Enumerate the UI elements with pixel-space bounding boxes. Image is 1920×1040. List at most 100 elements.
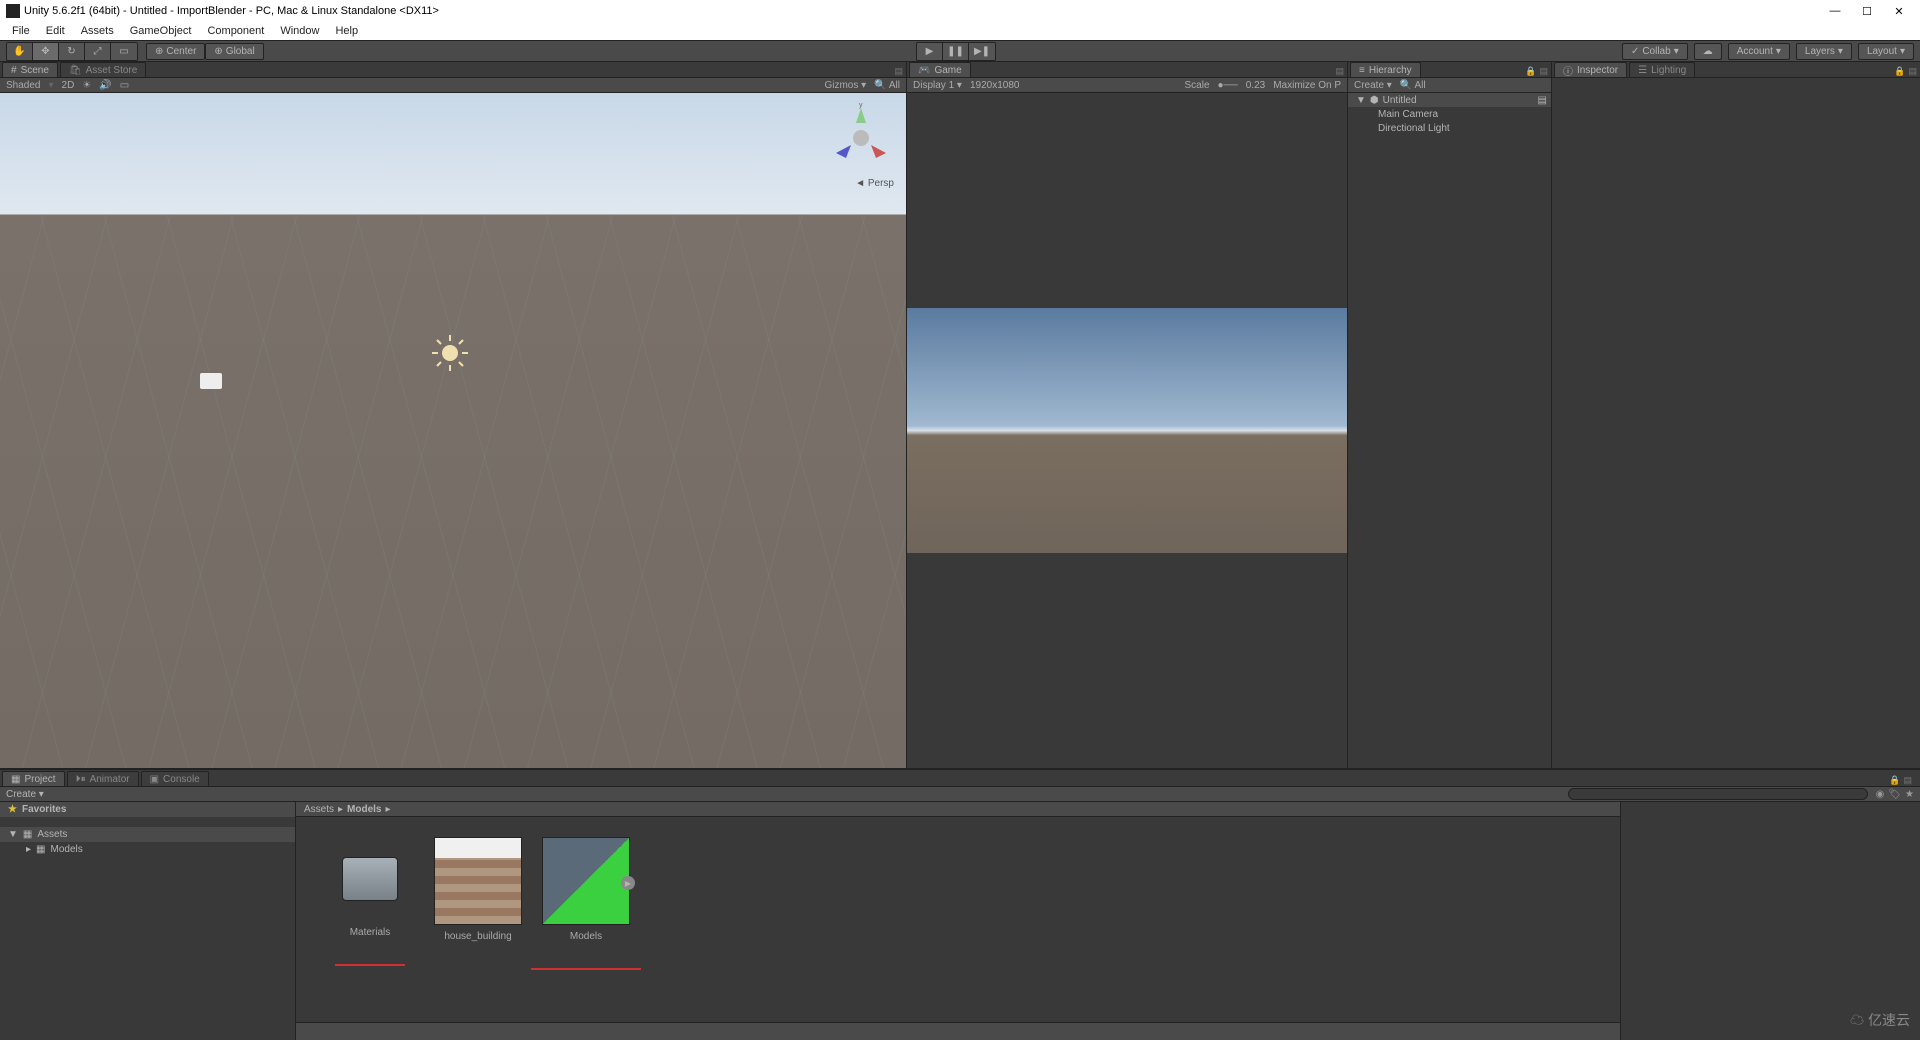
- game-toolbar: Display 1 ▾ 1920x1080 Scale ●── 0.23 Max…: [907, 78, 1347, 93]
- menu-file[interactable]: File: [6, 24, 36, 38]
- scene-viewport[interactable]: y ◄ Persp: [0, 93, 906, 768]
- game-render: [907, 308, 1347, 553]
- tab-inspector[interactable]: ⓘ Inspector: [1554, 62, 1627, 77]
- inspector-panel: ⓘ Inspector ☰ Lighting 🔒▤: [1552, 62, 1920, 768]
- hand-tool[interactable]: ✋: [7, 43, 33, 60]
- fx-icon[interactable]: ▭: [120, 80, 129, 91]
- camera-gizmo[interactable]: [200, 373, 222, 389]
- transform-tools: ✋ ✥ ↻ ⤢ ▭: [6, 42, 138, 61]
- play-button[interactable]: ▶: [917, 43, 943, 60]
- panel-menu-icon[interactable]: ▤: [1539, 66, 1548, 77]
- project-area: ▦ Project ⏵⏸ Animator ▣ Console 🔒▤ Creat…: [0, 768, 1920, 1040]
- tab-console[interactable]: ▣ Console: [141, 771, 209, 786]
- scene-toolbar: Shaded▾ 2D ☀ 🔊 ▭ Gizmos ▾ 🔍 All: [0, 78, 906, 93]
- menu-window[interactable]: Window: [274, 24, 325, 38]
- step-button[interactable]: ▶❚: [969, 43, 995, 60]
- pivot-rotation[interactable]: ⊕ Global: [205, 43, 263, 60]
- pivot-mode[interactable]: ⊕ Center: [146, 43, 205, 60]
- resolution-dropdown[interactable]: 1920x1080: [970, 80, 1020, 91]
- account-dropdown[interactable]: Account ▾: [1728, 43, 1790, 60]
- lighting-icon[interactable]: ☀: [82, 80, 91, 91]
- tree-folder-models[interactable]: ▸ ▦ Models: [0, 842, 295, 857]
- menu-gameobject[interactable]: GameObject: [124, 24, 198, 38]
- rotate-tool[interactable]: ↻: [59, 43, 85, 60]
- asset-grid[interactable]: Materials house_building ▶ Models: [296, 817, 1620, 1022]
- menu-edit[interactable]: Edit: [40, 24, 71, 38]
- layout-dropdown[interactable]: Layout ▾: [1858, 43, 1914, 60]
- svg-text:y: y: [859, 103, 863, 109]
- filter-label-icon[interactable]: 🏷: [1888, 789, 1901, 800]
- menu-help[interactable]: Help: [329, 24, 364, 38]
- favorite-icon[interactable]: ★: [1905, 789, 1914, 800]
- maximize-toggle[interactable]: Maximize On P: [1273, 80, 1341, 91]
- tab-game[interactable]: 🎮 Game: [909, 62, 971, 77]
- favorites-header[interactable]: ★ Favorites: [0, 802, 295, 817]
- scene-search[interactable]: 🔍 All: [874, 80, 900, 91]
- filter-icon[interactable]: ◉: [1876, 789, 1885, 800]
- axis-gizmo[interactable]: y: [826, 103, 896, 173]
- maximize-button[interactable]: ☐: [1860, 5, 1874, 18]
- panel-menu-icon[interactable]: ▤: [1908, 66, 1917, 77]
- rect-tool[interactable]: ▭: [111, 43, 137, 60]
- scene-row[interactable]: ▼ ⬢ Untitled ▤: [1348, 93, 1551, 107]
- close-button[interactable]: ✕: [1892, 5, 1906, 18]
- hierarchy-search[interactable]: 🔍 All: [1400, 80, 1426, 91]
- panel-menu-icon[interactable]: ▤: [1335, 66, 1344, 77]
- tab-lighting[interactable]: ☰ Lighting: [1629, 62, 1695, 77]
- move-tool[interactable]: ✥: [33, 43, 59, 60]
- asset-models-prefab[interactable]: ▶ Models: [542, 837, 630, 970]
- project-content: Assets ▸ Models ▸ Materials house_buildi…: [296, 802, 1620, 1040]
- audio-icon[interactable]: 🔊: [99, 80, 111, 91]
- breadcrumb-assets[interactable]: Assets: [304, 804, 334, 815]
- hierarchy-tree: ▼ ⬢ Untitled ▤ Main Camera Directional L…: [1348, 93, 1551, 768]
- watermark: ☁ 亿速云: [1850, 1010, 1910, 1030]
- menu-component[interactable]: Component: [201, 24, 270, 38]
- annotation-underline: [335, 964, 405, 966]
- expand-icon[interactable]: ▶: [621, 876, 635, 890]
- 2d-toggle[interactable]: 2D: [62, 80, 75, 91]
- assets-root[interactable]: ▼ ▦ Assets: [0, 827, 295, 842]
- scale-slider[interactable]: ●──: [1218, 80, 1238, 91]
- folder-icon: [342, 857, 398, 901]
- minimize-button[interactable]: —: [1828, 5, 1842, 18]
- menu-assets[interactable]: Assets: [75, 24, 120, 38]
- project-search[interactable]: [1568, 788, 1868, 800]
- breadcrumb-models[interactable]: Models: [347, 804, 381, 815]
- cloud-button[interactable]: ☁: [1694, 43, 1722, 60]
- lock-icon[interactable]: 🔒: [1525, 66, 1536, 77]
- create-dropdown[interactable]: Create ▾: [1354, 80, 1392, 91]
- tab-scene[interactable]: # Scene: [2, 62, 58, 77]
- lock-icon[interactable]: 🔒: [1894, 66, 1905, 77]
- directional-light-gizmo[interactable]: [430, 333, 470, 373]
- inspector-body: [1552, 78, 1920, 768]
- hierarchy-item[interactable]: Main Camera: [1348, 107, 1551, 121]
- pause-button[interactable]: ❚❚: [943, 43, 969, 60]
- annotation-underline: [531, 968, 641, 970]
- layers-dropdown[interactable]: Layers ▾: [1796, 43, 1852, 60]
- texture-thumbnail: [434, 837, 522, 925]
- main-toolbar: ✋ ✥ ↻ ⤢ ▭ ⊕ Center ⊕ Global ▶ ❚❚ ▶❚ ✓ Co…: [0, 40, 1920, 62]
- create-dropdown[interactable]: Create ▾: [6, 789, 44, 800]
- tab-hierarchy[interactable]: ≡ Hierarchy: [1350, 62, 1421, 77]
- lock-icon[interactable]: 🔒: [1889, 775, 1900, 786]
- draw-mode[interactable]: Shaded: [6, 80, 40, 91]
- play-controls: ▶ ❚❚ ▶❚: [916, 42, 996, 61]
- gizmos-dropdown[interactable]: Gizmos ▾: [824, 80, 866, 91]
- project-preview: [1620, 802, 1920, 1040]
- panel-menu-icon[interactable]: ▤: [894, 66, 903, 77]
- tab-project[interactable]: ▦ Project: [2, 771, 65, 786]
- tab-asset-store[interactable]: 🛍 Asset Store: [60, 62, 146, 77]
- asset-materials-folder[interactable]: Materials: [326, 837, 414, 966]
- panel-menu-icon[interactable]: ▤: [1903, 775, 1912, 786]
- model-thumbnail: ▶: [542, 837, 630, 925]
- projection-label[interactable]: ◄ Persp: [855, 178, 894, 189]
- hierarchy-item[interactable]: Directional Light: [1348, 121, 1551, 135]
- collab-dropdown[interactable]: ✓ Collab ▾: [1622, 43, 1688, 60]
- window-title: Unity 5.6.2f1 (64bit) - Untitled - Impor…: [24, 5, 439, 17]
- scale-tool[interactable]: ⤢: [85, 43, 111, 60]
- asset-house-building[interactable]: house_building: [434, 837, 522, 942]
- window-titlebar: Unity 5.6.2f1 (64bit) - Untitled - Impor…: [0, 0, 1920, 22]
- tab-animator[interactable]: ⏵⏸ Animator: [67, 771, 139, 786]
- star-icon: ★: [8, 804, 17, 815]
- display-dropdown[interactable]: Display 1 ▾: [913, 80, 962, 91]
